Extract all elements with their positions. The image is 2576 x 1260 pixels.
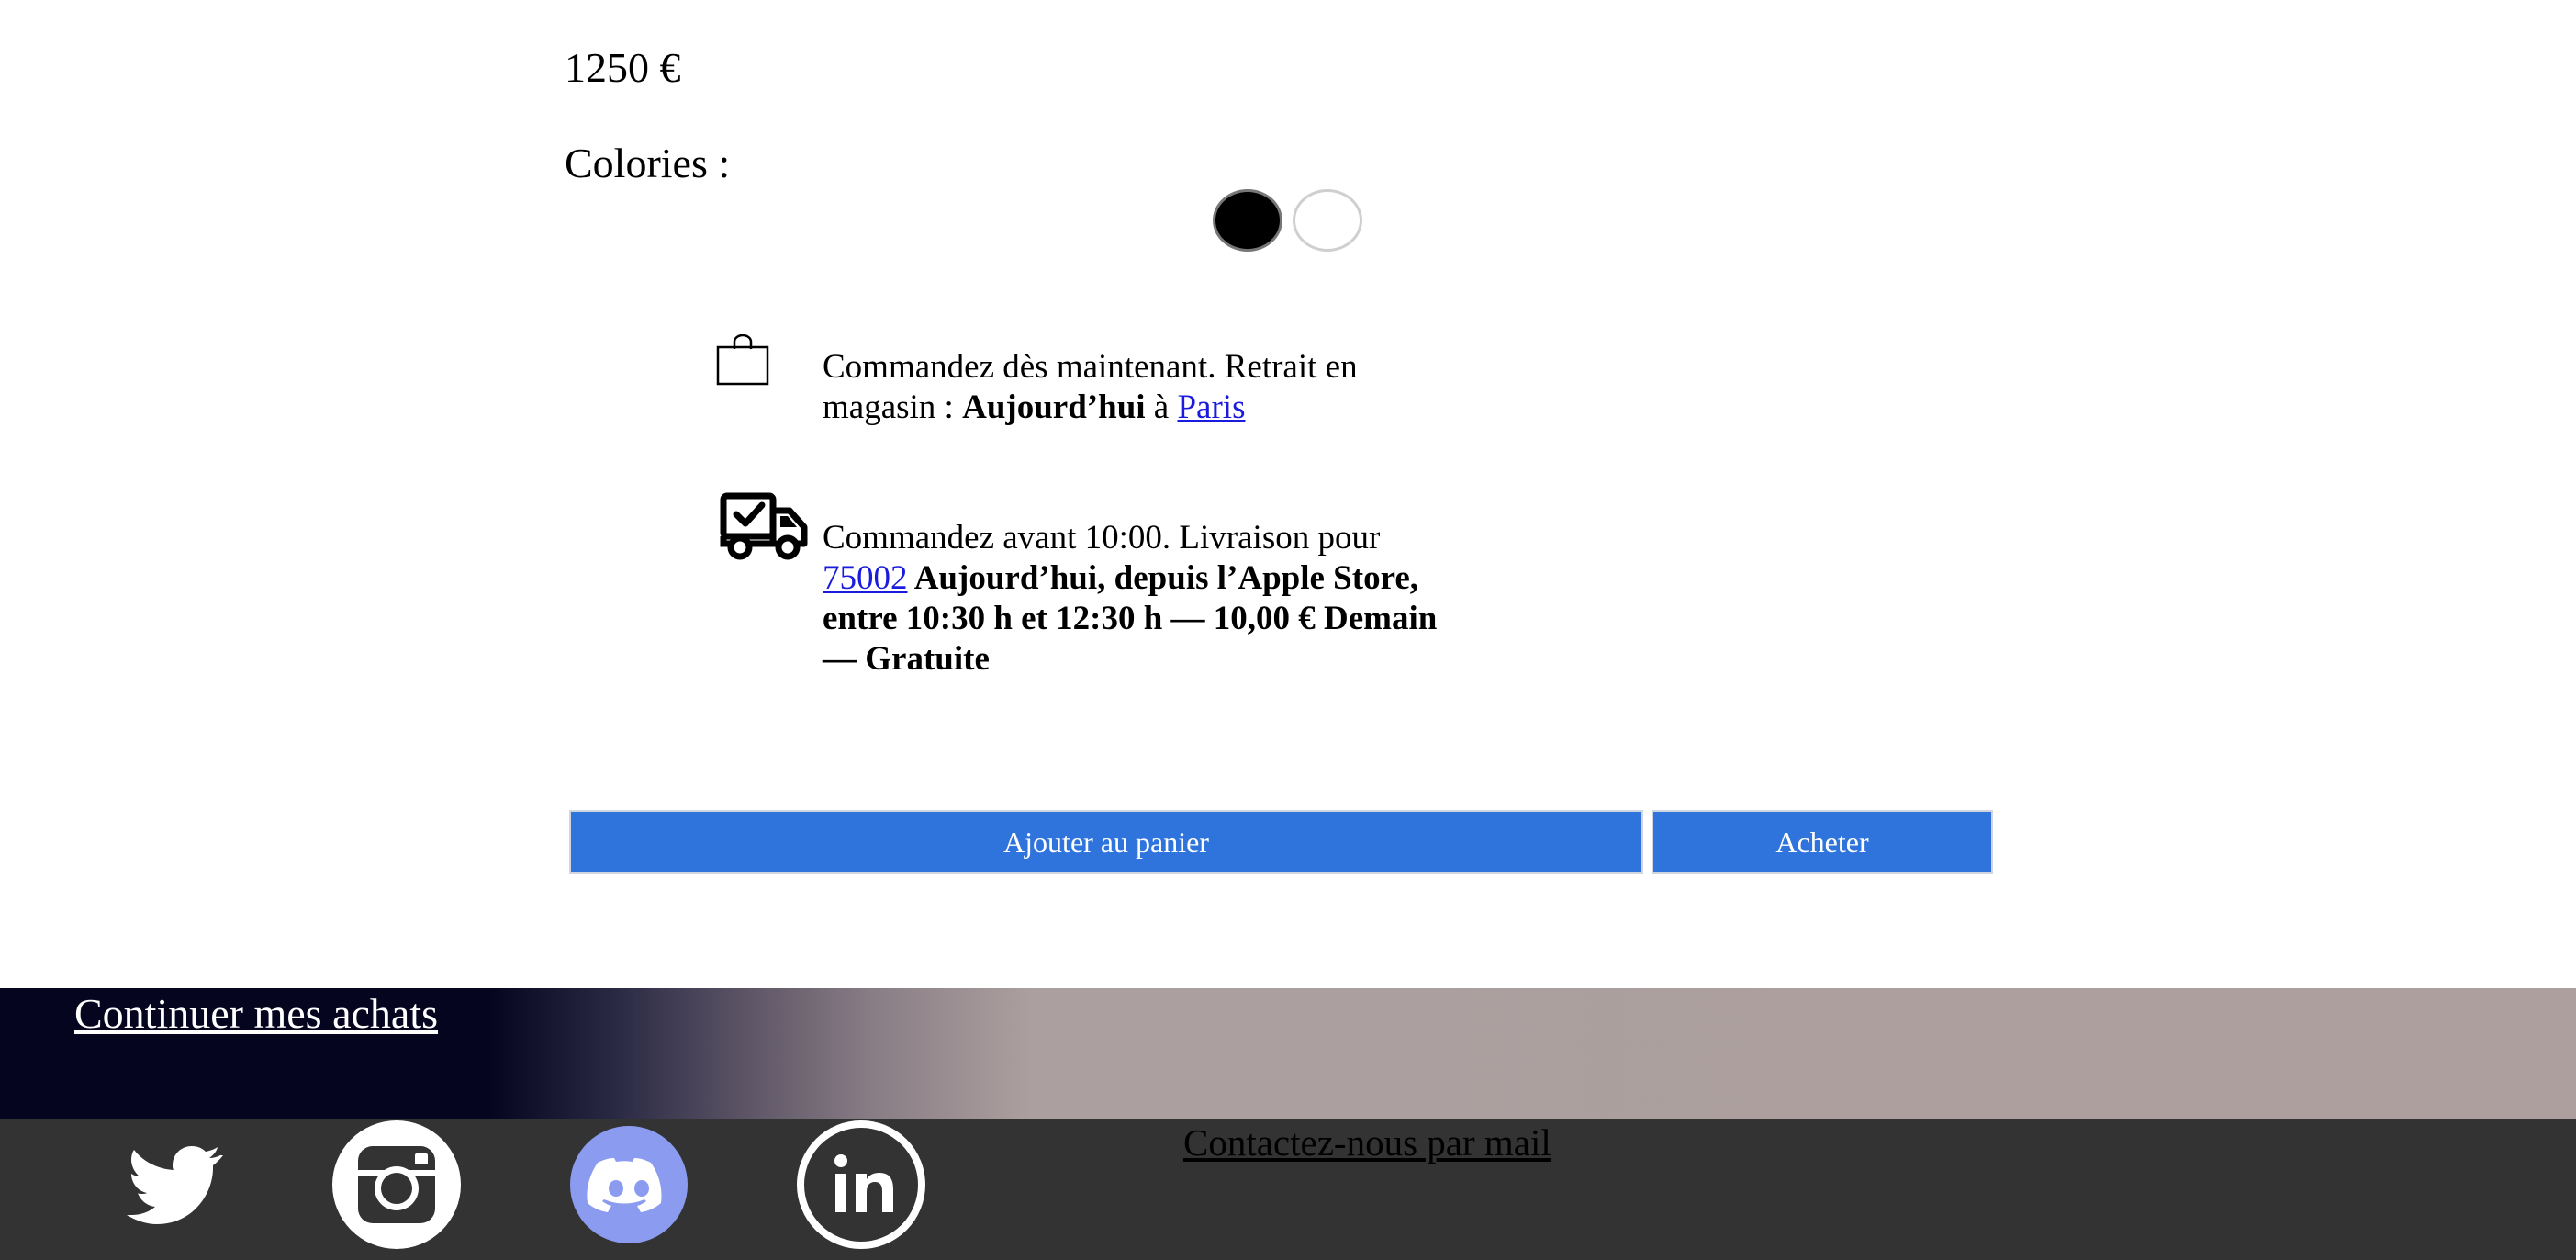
- buy-button[interactable]: Acheter: [1652, 810, 1993, 874]
- delivery-details: Aujourd’hui, depuis l’Apple Store, entre…: [823, 559, 1438, 678]
- continue-shopping-link[interactable]: Continuer mes achats: [74, 986, 438, 1041]
- color-swatch-white[interactable]: [1293, 189, 1362, 252]
- store-link-paris[interactable]: Paris: [1177, 388, 1245, 426]
- delivery-truck-icon: [720, 492, 808, 560]
- pickup-day: Aujourd’hui: [962, 388, 1146, 426]
- add-to-cart-button[interactable]: Ajouter au panier: [569, 810, 1643, 874]
- instagram-icon[interactable]: [330, 1119, 463, 1251]
- pickup-connector: à: [1145, 388, 1178, 426]
- postcode-link[interactable]: 75002: [823, 559, 908, 597]
- delivery-info: Commandez avant 10:00. Livraison pour 75…: [823, 518, 1465, 680]
- shopping-bag-icon: [716, 334, 769, 386]
- contact-email-link[interactable]: Contactez-nous par mail: [1183, 1115, 1551, 1170]
- delivery-text: Commandez avant 10:00. Livraison pour: [823, 519, 1381, 557]
- color-swatch-black[interactable]: [1213, 189, 1282, 252]
- discord-icon[interactable]: [563, 1119, 695, 1251]
- linkedin-icon[interactable]: [795, 1119, 927, 1251]
- twitter-icon[interactable]: [103, 1119, 235, 1251]
- pickup-info: Commandez dès maintenant. Retrait en mag…: [823, 347, 1465, 428]
- colors-label: Colories :: [565, 140, 731, 186]
- product-price: 1250 €: [565, 44, 681, 91]
